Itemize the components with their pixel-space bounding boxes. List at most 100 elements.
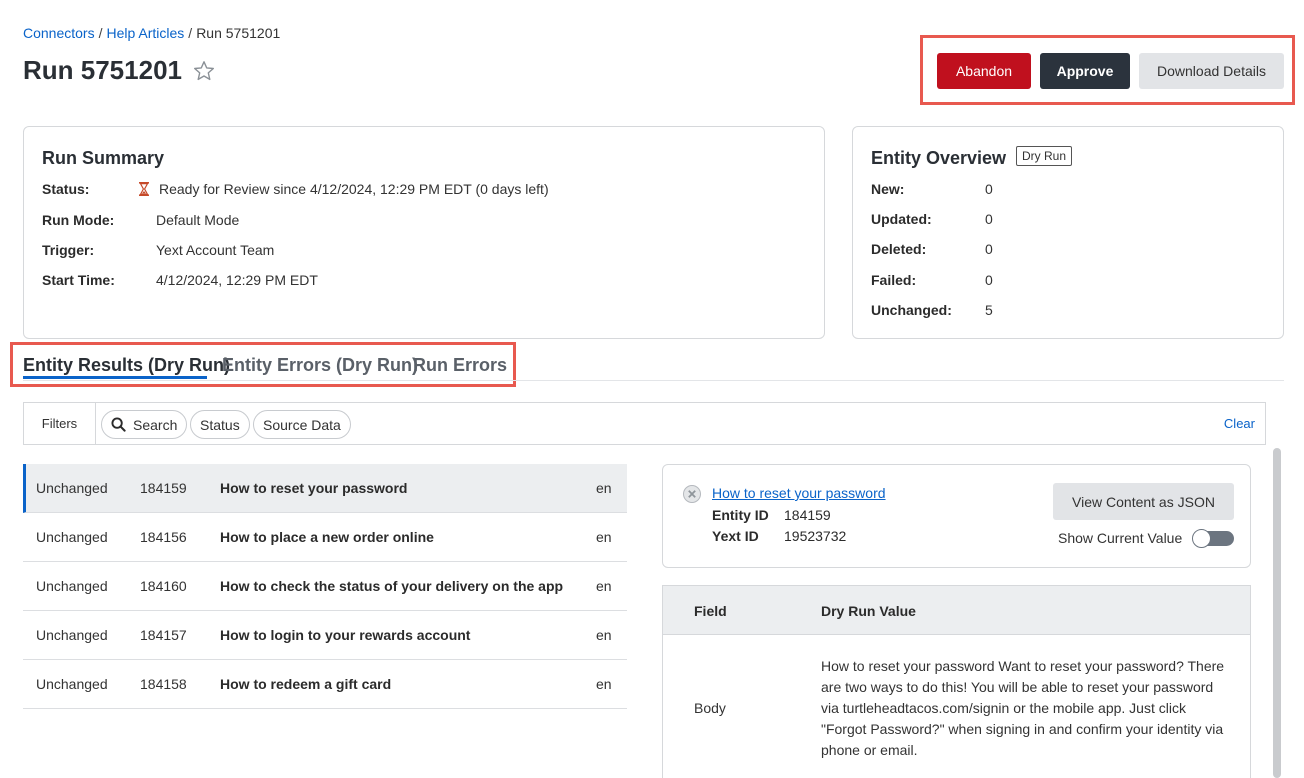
breadcrumb-separator: / [98,25,103,41]
row-id: 184159 [140,480,187,496]
breadcrumb-current: Run 5751201 [196,25,281,41]
status-row: Status: Ready for Review since 4/12/2024… [42,181,549,197]
row-id: 184156 [140,529,187,545]
entity-title-link[interactable]: How to reset your password [712,485,886,501]
search-icon [111,417,126,432]
table-row[interactable]: Unchanged 184160 How to check the status… [23,562,627,611]
run-mode-label: Run Mode: [42,212,115,228]
dry-run-value-column-header: Dry Run Value [821,603,916,619]
row-title: How to place a new order online [220,529,434,545]
show-current-value-toggle[interactable] [1192,529,1234,548]
toggle-knob [1192,529,1211,548]
failed-row: Failed: 0 [871,272,993,288]
tabs-divider [23,380,1284,381]
yext-id-value: 19523732 [784,528,847,544]
table-row[interactable]: Unchanged 184159 How to reset your passw… [23,464,627,513]
failed-label: Failed: [871,272,917,288]
filters-bar: Filters Search Status Source Data Clear [23,402,1266,445]
updated-row: Updated: 0 [871,211,993,227]
entity-id-row: Entity ID 184159 [712,507,831,523]
field-table: Field Dry Run Value Body How to reset yo… [662,585,1251,778]
yext-id-row: Yext ID 19523732 [712,528,846,544]
row-status: Unchanged [36,627,108,643]
row-status: Unchanged [36,529,108,545]
status-filter-chip[interactable]: Status [190,410,250,439]
row-title: How to login to your rewards account [220,627,471,643]
row-id: 184158 [140,676,187,692]
unchanged-row: Unchanged: 5 [871,302,993,318]
yext-id-label: Yext ID [712,528,759,544]
updated-value: 0 [985,211,993,227]
entity-overview-title: Entity Overview [871,148,1007,168]
row-status: Unchanged [36,578,108,594]
row-status: Unchanged [36,676,108,692]
approve-button[interactable]: Approve [1040,53,1130,89]
row-lang: en [596,627,612,643]
breadcrumb-separator: / [188,25,193,41]
table-row[interactable]: Unchanged 184158 How to redeem a gift ca… [23,660,627,709]
dry-run-badge: Dry Run [1016,146,1073,166]
updated-label: Updated: [871,211,932,227]
new-value: 0 [985,181,993,197]
tab-run-errors[interactable]: Run Errors [413,355,507,376]
row-lang: en [596,676,612,692]
source-data-filter-chip[interactable]: Source Data [253,410,351,439]
status-value-wrap: Ready for Review since 4/12/2024, 12:29 … [139,181,549,197]
search-filter-chip[interactable]: Search [101,410,188,439]
new-row: New: 0 [871,181,993,197]
breadcrumb-connectors-link[interactable]: Connectors [23,25,95,41]
run-mode-row: Run Mode: Default Mode [42,212,239,228]
star-icon[interactable] [192,59,216,83]
filters-label: Filters [24,403,96,444]
tab-entity-results[interactable]: Entity Results (Dry Run) [23,355,230,376]
tab-entity-errors[interactable]: Entity Errors (Dry Run) [222,355,418,376]
row-status: Unchanged [36,480,108,496]
row-id: 184160 [140,578,187,594]
unchanged-value: 5 [985,302,993,318]
entity-id-label: Entity ID [712,507,769,523]
detail-scrollbar[interactable] [1271,448,1283,778]
deleted-label: Deleted: [871,241,927,257]
title-row: Run 5751201 [23,55,216,86]
results-list: Unchanged 184159 How to reset your passw… [23,464,627,709]
field-column-header: Field [694,603,727,619]
clear-filters-link[interactable]: Clear [1224,416,1255,431]
deleted-row: Deleted: 0 [871,241,993,257]
breadcrumb-help-articles-link[interactable]: Help Articles [106,25,184,41]
run-summary-title: Run Summary [42,148,165,168]
page-title: Run 5751201 [23,55,182,85]
run-summary-card: Run Summary Status: Ready for Review sin… [23,126,825,339]
status-label: Status: [42,181,90,197]
unchanged-label: Unchanged: [871,302,952,318]
deleted-value: 0 [985,241,993,257]
scrollbar-thumb[interactable] [1273,448,1281,778]
trigger-label: Trigger: [42,242,95,258]
breadcrumb: Connectors / Help Articles / Run 5751201 [23,25,280,41]
row-lang: en [596,480,612,496]
entity-overview-card: Entity Overview Dry Run New: 0 Updated: … [852,126,1284,339]
field-table-header: Field Dry Run Value [663,586,1250,635]
row-title: How to redeem a gift card [220,676,392,692]
row-title: How to reset your password [220,480,408,496]
download-details-button[interactable]: Download Details [1139,53,1284,89]
row-lang: en [596,578,612,594]
show-current-value-label: Show Current Value [1058,530,1183,546]
search-filter-label: Search [133,416,178,433]
table-row[interactable]: Unchanged 184157 How to login to your re… [23,611,627,660]
abandon-button[interactable]: Abandon [937,53,1031,89]
view-json-button[interactable]: View Content as JSON [1053,483,1234,520]
table-row[interactable]: Unchanged 184156 How to place a new orde… [23,513,627,562]
field-value-cell: How to reset your password Want to reset… [821,658,1225,758]
trigger-row: Trigger: Yext Account Team [42,242,274,258]
entity-detail-card: How to reset your password Entity ID 184… [662,464,1251,568]
new-label: New: [871,181,905,197]
row-title: How to check the status of your delivery… [220,578,564,594]
row-id: 184157 [140,627,187,643]
close-circle-icon[interactable] [682,484,702,504]
active-tab-underline [23,376,207,379]
start-time-label: Start Time: [42,272,115,288]
failed-value: 0 [985,272,993,288]
row-lang: en [596,529,612,545]
entity-id-value: 184159 [784,507,831,523]
trigger-value: Yext Account Team [156,242,275,258]
